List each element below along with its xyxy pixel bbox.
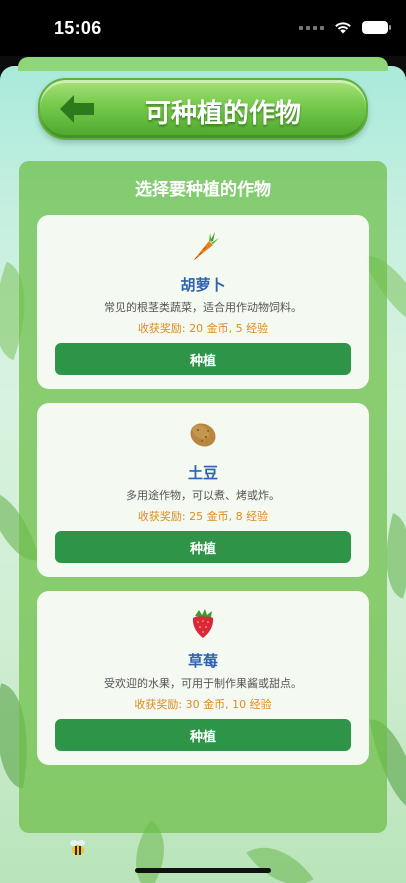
status-icons (299, 21, 391, 34)
crop-selection-panel: 选择要种植的作物 胡萝卜 常见的根茎类蔬菜，适合用作动物饲料。 收获奖励: 20… (19, 161, 387, 833)
crop-description: 多用途作物，可以煮、烤或炸。 (126, 489, 280, 502)
crop-card: 草莓 受欢迎的水果，可用于制作果酱或甜点。 收获奖励: 30 金币, 10 经验… (37, 591, 369, 765)
crop-reward: 收获奖励: 25 金币, 8 经验 (137, 510, 269, 523)
sheet-tab (18, 57, 388, 71)
wifi-icon (335, 22, 351, 34)
panel-title: 选择要种植的作物 (135, 180, 271, 200)
crop-description: 受欢迎的水果，可用于制作果酱或甜点。 (104, 677, 302, 690)
plant-button[interactable]: 种植 (55, 343, 351, 375)
strawberry-icon (192, 609, 214, 638)
crop-name: 草莓 (187, 652, 218, 670)
bee-icon (70, 840, 85, 855)
potato-icon (190, 423, 216, 447)
foliage-decoration (246, 829, 314, 883)
arrow-left-icon (60, 95, 94, 123)
plant-button[interactable]: 种植 (55, 531, 351, 563)
status-time: 15:06 (54, 18, 102, 38)
cellular-signal-icon (299, 25, 324, 30)
crop-card: 胡萝卜 常见的根茎类蔬菜，适合用作动物饲料。 收获奖励: 20 金币, 5 经验… (37, 215, 369, 389)
crop-reward: 收获奖励: 20 金币, 5 经验 (137, 322, 269, 335)
crop-description: 常见的根茎类蔬菜，适合用作动物饲料。 (104, 301, 302, 314)
crop-card: 土豆 多用途作物，可以煮、烤或炸。 收获奖励: 25 金币, 8 经验 种植 (37, 403, 369, 577)
home-indicator[interactable] (135, 868, 271, 873)
crop-name: 土豆 (187, 464, 218, 482)
carrot-icon (193, 232, 219, 261)
plant-button[interactable]: 种植 (55, 719, 351, 751)
battery-icon (362, 21, 391, 34)
status-bar: 15:06 (0, 0, 406, 56)
page-title: 可种植的作物 (144, 99, 301, 129)
crop-reward: 收获奖励: 30 金币, 10 经验 (134, 698, 272, 711)
crop-name: 胡萝卜 (180, 276, 226, 294)
back-header-button[interactable]: 可种植的作物 (38, 78, 368, 140)
